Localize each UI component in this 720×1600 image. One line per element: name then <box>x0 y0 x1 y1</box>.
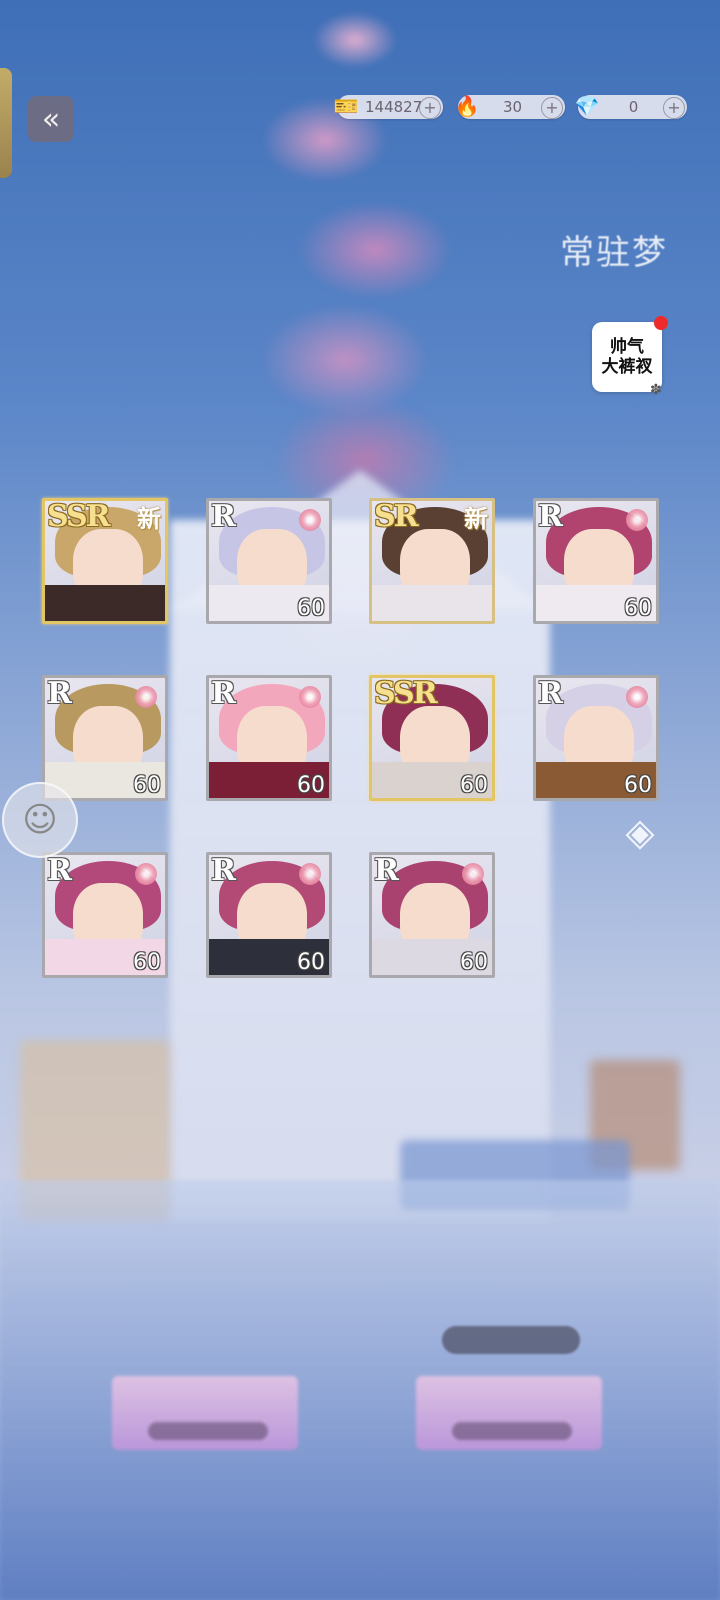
card-level: 60 <box>460 773 488 798</box>
promo-line-1: 帅气 <box>610 337 644 357</box>
draw-ten-button[interactable] <box>416 1376 602 1450</box>
sakura-petal-icon <box>299 509 321 531</box>
add-flame-coins-button[interactable]: + <box>541 97 563 119</box>
diamond-arrow-icon[interactable]: ◈ <box>614 806 666 858</box>
resource-value: 0 <box>628 98 639 116</box>
card-level: 60 <box>133 950 161 975</box>
resource-flame-coins: 🔥 30 + <box>455 94 565 119</box>
card-6[interactable]: R 60 <box>206 675 332 801</box>
ticket-icon: 🎫 <box>333 94 359 118</box>
card-1[interactable]: SSR 新 <box>42 498 168 624</box>
promo-line-2: 大裤衩 <box>601 357 653 377</box>
rarity-label: R <box>538 499 563 534</box>
sakura-petal-icon <box>462 863 484 885</box>
draw-once-button[interactable] <box>112 1376 298 1450</box>
card-level: 60 <box>624 773 652 798</box>
back-frame <box>0 68 12 178</box>
rarity-label: R <box>211 676 236 711</box>
sakura-petal-icon <box>299 686 321 708</box>
crystal-icon: 💎 <box>574 94 600 118</box>
card-7[interactable]: SSR 60 <box>369 675 495 801</box>
rarity-label: R <box>47 676 72 711</box>
card-2[interactable]: R 60 <box>206 498 332 624</box>
water-reflection <box>0 1180 720 1600</box>
card-8[interactable]: R 60 <box>533 675 659 801</box>
rarity-label: SR <box>374 499 419 534</box>
mascot-face-icon[interactable]: ☺ <box>2 782 78 858</box>
card-9[interactable]: R 60 <box>42 852 168 978</box>
card-level: 60 <box>297 596 325 621</box>
add-tickets-button[interactable]: + <box>419 97 441 119</box>
card-level: 60 <box>460 950 488 975</box>
resource-crystals: 💎 0 + <box>575 94 687 119</box>
notification-dot <box>654 316 668 330</box>
resource-tickets: 🎫 144827 + <box>334 94 443 119</box>
rarity-label: R <box>211 853 236 888</box>
blurred-pill-label <box>442 1326 580 1354</box>
rarity-label: SSR <box>374 676 438 711</box>
back-button[interactable]: « <box>28 96 74 142</box>
card-5[interactable]: R 60 <box>42 675 168 801</box>
flame-coin-icon: 🔥 <box>454 94 480 118</box>
card-4[interactable]: R 60 <box>533 498 659 624</box>
sakura-petal-icon <box>626 686 648 708</box>
rarity-label: R <box>211 499 236 534</box>
card-level: 60 <box>133 773 161 798</box>
rarity-label: R <box>374 853 399 888</box>
resource-value: 30 <box>502 98 523 116</box>
rarity-label: R <box>47 853 72 888</box>
sakura-petal-icon <box>299 863 321 885</box>
resource-value: 144827 <box>365 98 423 116</box>
double-chevron-left-icon: « <box>41 101 61 137</box>
card-11[interactable]: R 60 <box>369 852 495 978</box>
card-3[interactable]: SR 新 <box>369 498 495 624</box>
card-level: 60 <box>297 773 325 798</box>
rarity-label: R <box>538 676 563 711</box>
sakura-petal-icon <box>626 509 648 531</box>
sakura-petal-icon <box>135 863 157 885</box>
card-level: 60 <box>624 596 652 621</box>
sakura-petal-icon <box>135 686 157 708</box>
rarity-label: SSR <box>47 499 111 534</box>
card-10[interactable]: R 60 <box>206 852 332 978</box>
card-level: 60 <box>297 950 325 975</box>
new-badge: 新 <box>464 505 488 533</box>
add-crystals-button[interactable]: + <box>663 97 685 119</box>
paw-icon: ✽ <box>650 382 662 398</box>
new-badge: 新 <box>137 505 161 533</box>
